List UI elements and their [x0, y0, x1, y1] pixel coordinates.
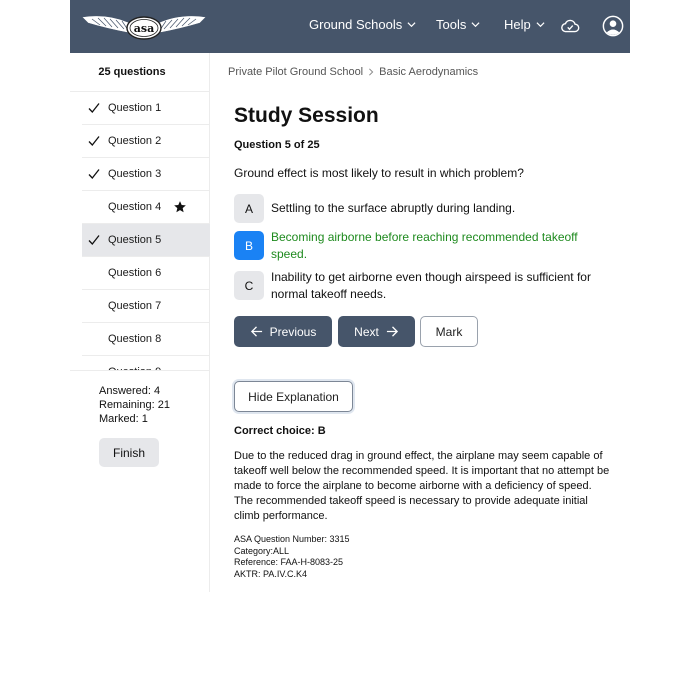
explanation-text: Due to the reduced drag in ground effect… — [234, 450, 610, 522]
question-label: Question 2 — [108, 135, 162, 147]
mark-button[interactable]: Mark — [420, 316, 478, 347]
choice-letter: C — [234, 271, 264, 300]
question-label: Question 1 — [108, 102, 162, 114]
hide-explanation-button[interactable]: Hide Explanation — [234, 381, 353, 412]
user-account-icon[interactable] — [602, 15, 624, 37]
question-label: Question 5 — [108, 234, 162, 246]
previous-button[interactable]: Previous — [234, 316, 332, 347]
asa-question-number: ASA Question Number: 3315 — [234, 534, 350, 544]
question-label: Question 3 — [108, 168, 162, 180]
previous-label: Previous — [269, 324, 317, 339]
arrow-left-icon — [250, 326, 262, 337]
checkmark-icon — [88, 169, 100, 179]
checkmark-icon — [88, 103, 100, 113]
nav-tools[interactable]: Tools — [436, 17, 480, 32]
choice-letter: A — [234, 194, 264, 223]
question-label: Question 4 — [108, 201, 162, 213]
asa-wings-logo[interactable]: asa — [78, 11, 210, 43]
arrow-right-icon — [386, 326, 398, 337]
sidebar-question-item[interactable]: Question 4 — [82, 191, 210, 224]
chevron-down-icon — [471, 22, 480, 28]
breadcrumb-basic-aerodynamics[interactable]: Basic Aerodynamics — [379, 66, 478, 78]
chevron-right-icon — [369, 68, 374, 76]
question-sidebar: 25 questions Question 1 Question 2 Questio… — [70, 53, 210, 592]
category: Category:ALL — [234, 545, 290, 556]
sidebar-question-item[interactable]: Question 9 — [82, 356, 210, 370]
cloud-check-icon[interactable] — [559, 15, 581, 37]
nav-tools-label: Tools — [436, 17, 467, 32]
study-session-content: Private Pilot Ground School Basic Aerody… — [210, 53, 630, 592]
nav-help-label: Help — [504, 17, 531, 32]
choice-a[interactable]: A Settling to the surface abruptly durin… — [234, 194, 614, 223]
star-marked-icon — [174, 201, 186, 213]
question-metadata: ASA Question Number: 3315 Category:ALL R… — [234, 534, 350, 580]
nav-help[interactable]: Help — [504, 17, 545, 32]
page-title: Study Session — [234, 104, 379, 127]
answered-count: Answered: 4 — [99, 385, 161, 397]
choice-text: Becoming airborne before reaching recomm… — [271, 230, 578, 261]
question-count-title: 25 questions — [98, 66, 166, 78]
question-text: Ground effect is most likely to result i… — [234, 166, 524, 180]
nav-ground-schools-label: Ground Schools — [309, 17, 403, 32]
next-button[interactable]: Next — [338, 316, 415, 347]
question-label: Question 7 — [108, 300, 162, 312]
nav-ground-schools[interactable]: Ground Schools — [309, 17, 416, 32]
svg-text:asa: asa — [134, 22, 154, 35]
choice-text: Settling to the surface abruptly during … — [271, 201, 516, 215]
aktr: AKTR: PA.IV.C.K4 — [234, 568, 308, 579]
question-list[interactable]: Question 1 Question 2 Question 3 Question 4… — [70, 91, 210, 371]
question-label: Question 8 — [108, 333, 162, 345]
question-label: Question 6 — [108, 267, 162, 279]
question-number: Question 5 of 25 — [234, 139, 320, 151]
correct-choice: Correct choice: B — [234, 425, 326, 437]
marked-count: Marked: 1 — [99, 413, 148, 425]
sidebar-question-item[interactable]: Question 5 — [82, 224, 210, 257]
reference: Reference: FAA-H-8083-25 — [234, 557, 344, 567]
sidebar-question-item[interactable]: Question 2 — [82, 125, 210, 158]
top-header: asa Ground Schools Tools Help — [70, 0, 630, 53]
sidebar-question-item[interactable]: Question 6 — [82, 257, 210, 290]
chevron-down-icon — [407, 22, 416, 28]
sidebar-question-item[interactable]: Question 7 — [82, 290, 210, 323]
checkmark-icon — [88, 136, 100, 146]
choice-text: Inability to get airborne even though ai… — [271, 270, 591, 301]
breadcrumb-ground-school[interactable]: Private Pilot Ground School — [228, 66, 363, 78]
checkmark-icon — [88, 235, 100, 245]
choice-b[interactable]: B Becoming airborne before reaching reco… — [234, 230, 614, 263]
chevron-down-icon — [536, 22, 545, 28]
finish-button[interactable]: Finish — [99, 438, 159, 467]
sidebar-question-item[interactable]: Question 3 — [82, 158, 210, 191]
next-label: Next — [354, 324, 379, 339]
breadcrumb: Private Pilot Ground School Basic Aerody… — [228, 66, 478, 78]
sidebar-question-item[interactable]: Question 8 — [82, 323, 210, 356]
choice-c[interactable]: C Inability to get airborne even though … — [234, 270, 614, 303]
sidebar-question-item[interactable]: Question 1 — [82, 92, 210, 125]
remaining-count: Remaining: 21 — [99, 399, 170, 411]
question-label: Question 9 — [108, 366, 161, 370]
session-stats: Answered: 4 Remaining: 21 Marked: 1 — [99, 384, 170, 426]
choice-letter: B — [234, 231, 264, 260]
app-frame: asa Ground Schools Tools Help 25 questio… — [70, 0, 630, 592]
